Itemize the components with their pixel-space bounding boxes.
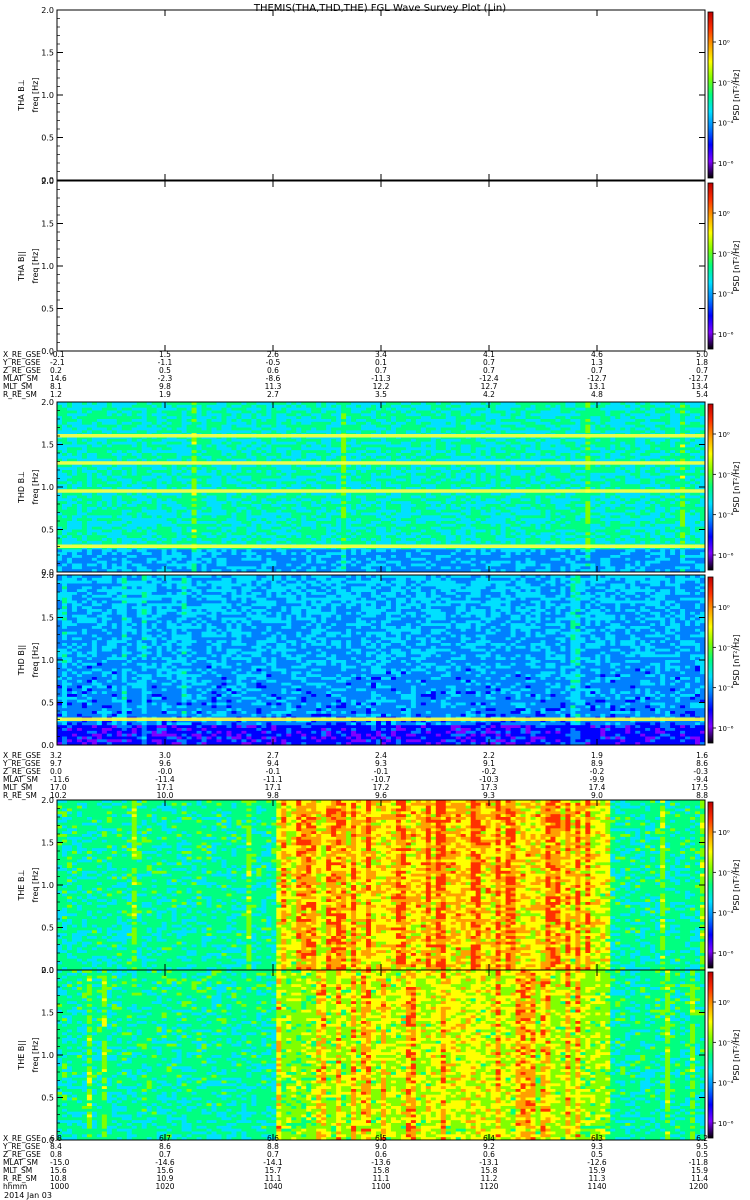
ephemeris-value: 4.2: [483, 390, 495, 399]
y-tick-label: 1.5: [41, 441, 54, 450]
ephemeris-value: 1020: [155, 1182, 174, 1191]
y-axis-label: freq [Hz]: [31, 643, 40, 678]
ephemeris-value: 2.7: [267, 390, 279, 399]
panel-label: THA B⊥: [17, 79, 26, 111]
colorbar-tick-label: 10⁰: [718, 210, 730, 218]
ephemeris-value: 1.9: [159, 390, 171, 399]
panel-frame: [57, 10, 705, 180]
panel-frame: [57, 181, 705, 351]
panel-label: THE B||: [17, 1040, 26, 1070]
ephemeris-value: 1200: [689, 1182, 708, 1191]
y-tick-label: 2.0: [41, 966, 54, 975]
ephemeris-value: 1140: [587, 1182, 606, 1191]
colorbar: [708, 12, 713, 178]
ephemeris-value: 1000: [50, 1182, 69, 1191]
y-tick-label: 1.5: [41, 839, 54, 848]
colorbar-tick-label: 10⁰: [718, 999, 730, 1007]
panel-label: THE B⊥: [17, 869, 26, 901]
ephemeris-value: 10.0: [157, 791, 174, 800]
colorbar-label: PSD [nT²/Hz]: [732, 70, 741, 121]
y-tick-label: 1.0: [41, 1051, 54, 1060]
ephemeris-thd: X_RE_GSE 3.2 3.0 2.7 2.4 2.2 1.9 1.6Y_RE_GSE 9.7…: [2, 751, 708, 800]
panel-tha-bperp: 0.00.51.01.52.0THA B⊥ freq [Hz]10⁰10⁻²10⁻…: [17, 6, 741, 185]
ephemeris-value: 9.0: [591, 791, 603, 800]
y-tick-label: 1.5: [41, 614, 54, 623]
date-label: 2014 Jan 03: [4, 1191, 52, 1200]
y-axis-label: freq [Hz]: [31, 249, 40, 284]
colorbar-tick-label: 10⁻⁶: [718, 950, 734, 958]
y-tick-label: 1.0: [41, 881, 54, 890]
colorbar-tick-label: 10⁰: [718, 39, 730, 47]
panel-label: THD B||: [17, 645, 26, 676]
ephemeris-value: 8.8: [696, 791, 708, 800]
ephemeris-value: 1.2: [50, 390, 62, 399]
y-tick-label: 0.5: [41, 526, 54, 535]
panel-the-bpar: 0.00.51.01.52.0THE B|| freq [Hz]10⁰10⁻²10…: [17, 966, 741, 1145]
y-tick-label: 0.0: [41, 741, 54, 750]
colorbar-label: PSD [nT²/Hz]: [732, 1030, 741, 1081]
y-axis-label: freq [Hz]: [31, 78, 40, 113]
wave-survey-figure: THEMIS(THA,THD,THE) FGL Wave Survey Plot…: [0, 0, 750, 1200]
panel-the-bperp: 0.00.51.01.52.0THE B⊥ freq [Hz]10⁰10⁻²10⁻…: [17, 796, 741, 975]
colorbar-tick-label: 10⁻⁶: [718, 331, 734, 339]
panel-thd-bperp: 0.00.51.01.52.0THD B⊥ freq [Hz]10⁰10⁻²10⁻…: [17, 398, 741, 577]
ephemeris-value: 1040: [263, 1182, 282, 1191]
ephemeris-value: 1100: [371, 1182, 390, 1191]
colorbar-tick-label: 10⁻⁶: [718, 725, 734, 733]
colorbar-tick-label: 10⁻⁶: [718, 552, 734, 560]
y-tick-label: 1.0: [41, 262, 54, 271]
y-tick-label: 2.0: [41, 177, 54, 186]
y-tick-label: 2.0: [41, 398, 54, 407]
colorbar-tick-label: 10⁻⁶: [718, 160, 734, 168]
colorbar: [708, 183, 713, 349]
y-tick-label: 1.5: [41, 49, 54, 58]
y-tick-label: 1.0: [41, 91, 54, 100]
y-tick-label: 0.5: [41, 699, 54, 708]
y-tick-label: 0.5: [41, 1094, 54, 1103]
colorbar-label: PSD [nT²/Hz]: [732, 241, 741, 292]
y-tick-label: 1.0: [41, 656, 54, 665]
y-tick-label: 2.0: [41, 6, 54, 15]
y-tick-label: 1.5: [41, 220, 54, 229]
panel-label: THD B⊥: [17, 471, 26, 504]
panels-layer: 0.00.51.01.52.0THA B⊥ freq [Hz]10⁰10⁻²10⁻…: [17, 6, 741, 1145]
y-tick-label: 2.0: [41, 571, 54, 580]
ephemeris-tha: X_RE_GSE -0.1 1.5 2.6 3.4 4.1 4.6 5.0Y_RE_GSE -2…: [2, 350, 708, 399]
y-tick-label: 1.5: [41, 1009, 54, 1018]
panel-thd-bpar: 0.00.51.01.52.0THD B|| freq [Hz]10⁰10⁻²10…: [17, 571, 741, 750]
colorbar-tick-label: 10⁰: [718, 604, 730, 612]
ephemeris-the: X_RE_GSE 6.8 6.7 6.6 6.5 6.4 6.3 6.2Y_RE_GSE 8.4…: [2, 1134, 708, 1191]
ephemeris-value: 9.8: [267, 791, 279, 800]
ephemeris-value: 3.5: [375, 390, 387, 399]
colorbar: [708, 577, 713, 743]
ephemeris-value: 5.4: [696, 390, 708, 399]
y-tick-label: 1.0: [41, 483, 54, 492]
colorbar-tick-label: 10⁰: [718, 829, 730, 837]
ephemeris-value: 1120: [479, 1182, 498, 1191]
colorbar: [708, 972, 713, 1138]
y-tick-label: 0.5: [41, 305, 54, 314]
colorbar-label: PSD [nT²/Hz]: [732, 635, 741, 686]
y-axis-label: freq [Hz]: [31, 1038, 40, 1073]
panel-label: THA B||: [17, 251, 26, 282]
y-tick-label: 0.5: [41, 134, 54, 143]
y-axis-label: freq [Hz]: [31, 868, 40, 903]
colorbar: [708, 404, 713, 570]
ephemeris-row-label: R_RE_SM: [3, 390, 37, 399]
colorbar-tick-label: 10⁰: [718, 431, 730, 439]
panel-tha-bpar: 0.00.51.01.52.0THA B|| freq [Hz]10⁰10⁻²10…: [17, 177, 741, 356]
colorbar-label: PSD [nT²/Hz]: [732, 860, 741, 911]
y-axis-label: freq [Hz]: [31, 470, 40, 505]
y-tick-label: 0.5: [41, 924, 54, 933]
ephemeris-value: 9.6: [375, 791, 387, 800]
colorbar-tick-label: 10⁻⁶: [718, 1120, 734, 1128]
colorbar: [708, 802, 713, 968]
colorbar-label: PSD [nT²/Hz]: [732, 462, 741, 513]
ephemeris-row-label: hhmm: [3, 1182, 27, 1191]
figure-title: THEMIS(THA,THD,THE) FGL Wave Survey Plot…: [253, 3, 506, 14]
ephemeris-value: 9.3: [483, 791, 495, 800]
ephemeris-value: 4.8: [591, 390, 603, 399]
ephemeris-row-label: R_RE_SM: [3, 791, 37, 800]
ephemeris-value: 10.2: [50, 791, 67, 800]
